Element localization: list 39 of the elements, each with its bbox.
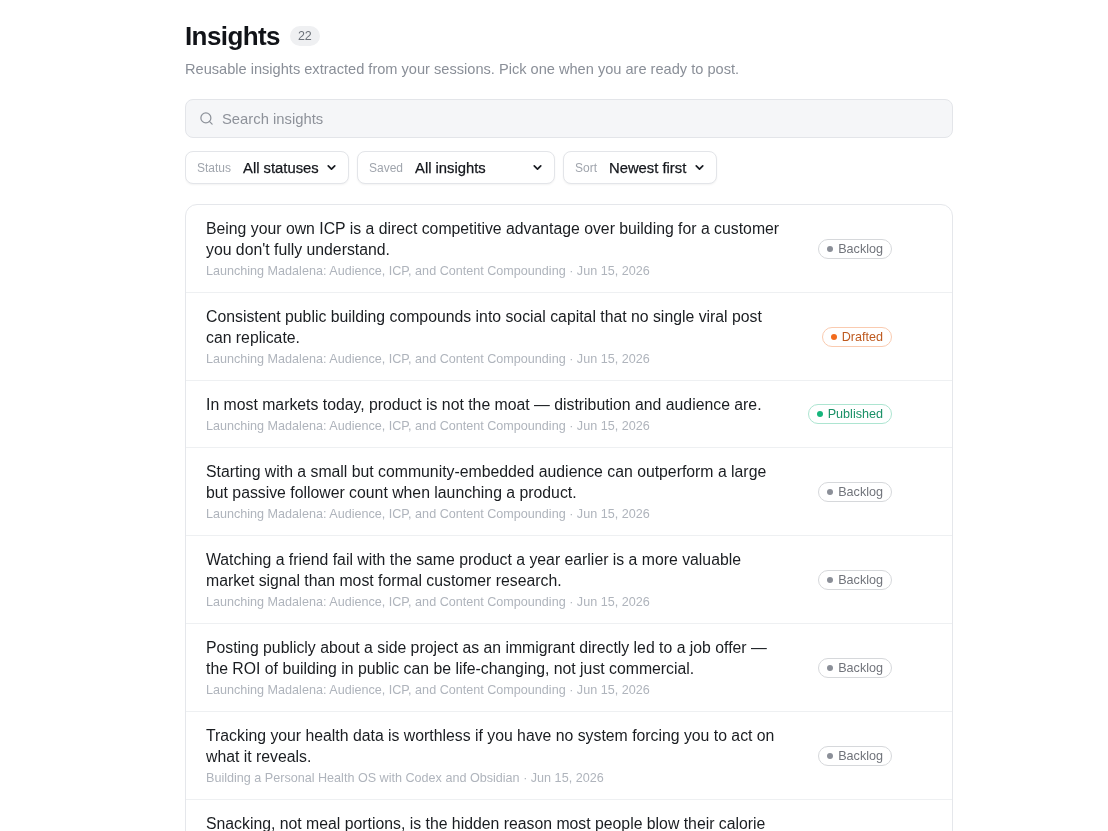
filter-label: Sort: [575, 160, 597, 175]
insight-row[interactable]: Tracking your health data is worthless if you have no system forcing you to act on what it reveals. Building a Personal Health OS with Codex and Obsidian · Jun 15, 2026 Backlog: [186, 712, 952, 800]
page-subtitle: Reusable insights extracted from your sessions. Pick one when you are ready to post.: [185, 60, 741, 79]
page-title: Insights: [185, 20, 280, 53]
filter-dropdown[interactable]: Saved All insights: [357, 151, 555, 184]
insight-text: Being your own ICP is a direct competitive advantage over building for a customer you don't fully understand.: [206, 219, 781, 260]
insight-meta: Launching Madalena: Audience, ICP, and Content Compounding · Jun 15, 2026: [206, 506, 651, 522]
filter-value: All statuses: [243, 159, 320, 176]
search-field[interactable]: Search insights: [185, 99, 953, 138]
insight-meta: Building a Personal Health OS with Codex and Obsidian · Jun 15, 2026: [206, 770, 605, 786]
filter-dropdown[interactable]: Status All statuses: [185, 151, 349, 184]
filter-label: Status: [197, 160, 232, 175]
status-label: Backlog: [838, 484, 883, 499]
insight-count: 22: [289, 26, 320, 46]
insight-row[interactable]: In most markets today, product is not the moat — distribution and audience are. Launching Madalena: Audience, ICP, and Content Compounding · Jun 15, 2026 Published: [186, 381, 952, 448]
filter-label: Saved: [369, 160, 404, 175]
insight-meta: Launching Madalena: Audience, ICP, and Content Compounding · Jun 15, 2026: [206, 594, 651, 610]
status-label: Backlog: [838, 660, 883, 675]
status-label: Published: [827, 407, 883, 421]
insight-meta: Launching Madalena: Audience, ICP, and Content Compounding · Jun 15, 2026: [206, 682, 651, 698]
status-label: Backlog: [838, 572, 883, 587]
insight-text: Starting with a small but community-embedded audience can outperform a large but passive follower count when launching a product.: [206, 462, 768, 503]
status-label: Backlog: [838, 748, 883, 763]
insight-meta: Launching Madalena: Audience, ICP, and Content Compounding · Jun 15, 2026: [206, 351, 651, 367]
insight-text: In most markets today, product is not the moat — distribution and audience are.: [206, 395, 763, 415]
insight-row[interactable]: Being your own ICP is a direct competitive advantage over building for a customer you don't fully understand. Launching Madalena: Audience, ICP, and Content Compounding · Jun 15, 2026 Backlog: [186, 205, 952, 293]
status-label: Backlog: [838, 241, 883, 256]
filter-value: Newest first: [609, 159, 688, 176]
insight-text: Tracking your health data is worthless if you have no system forcing you to act on what it reveals.: [206, 726, 776, 767]
filter-value: All insights: [415, 159, 487, 176]
insight-meta: Launching Madalena: Audience, ICP, and Content Compounding · Jun 15, 2026: [206, 263, 651, 279]
search-icon: [199, 111, 214, 126]
insight-row[interactable]: Consistent public building compounds into social capital that no single viral post can replicate. Launching Madalena: Audience, ICP, and Content Compounding · Jun 15, 2026 Drafted: [186, 293, 952, 381]
filter-dropdown[interactable]: Sort Newest first: [563, 151, 717, 184]
insight-text: Posting publicly about a side project as an immigrant directly led to a job offer — the ROI of building in public can be life-changing, not just commercial.: [206, 638, 768, 679]
status-label: Drafted: [841, 329, 883, 344]
insight-text: Watching a friend fail with the same product a year earlier is a more valuable market signal than most formal customer research.: [206, 550, 742, 591]
insight-text: Consistent public building compounds into social capital that no single viral post can replicate.: [206, 307, 763, 348]
insight-meta: Launching Madalena: Audience, ICP, and Content Compounding · Jun 15, 2026: [206, 418, 651, 434]
